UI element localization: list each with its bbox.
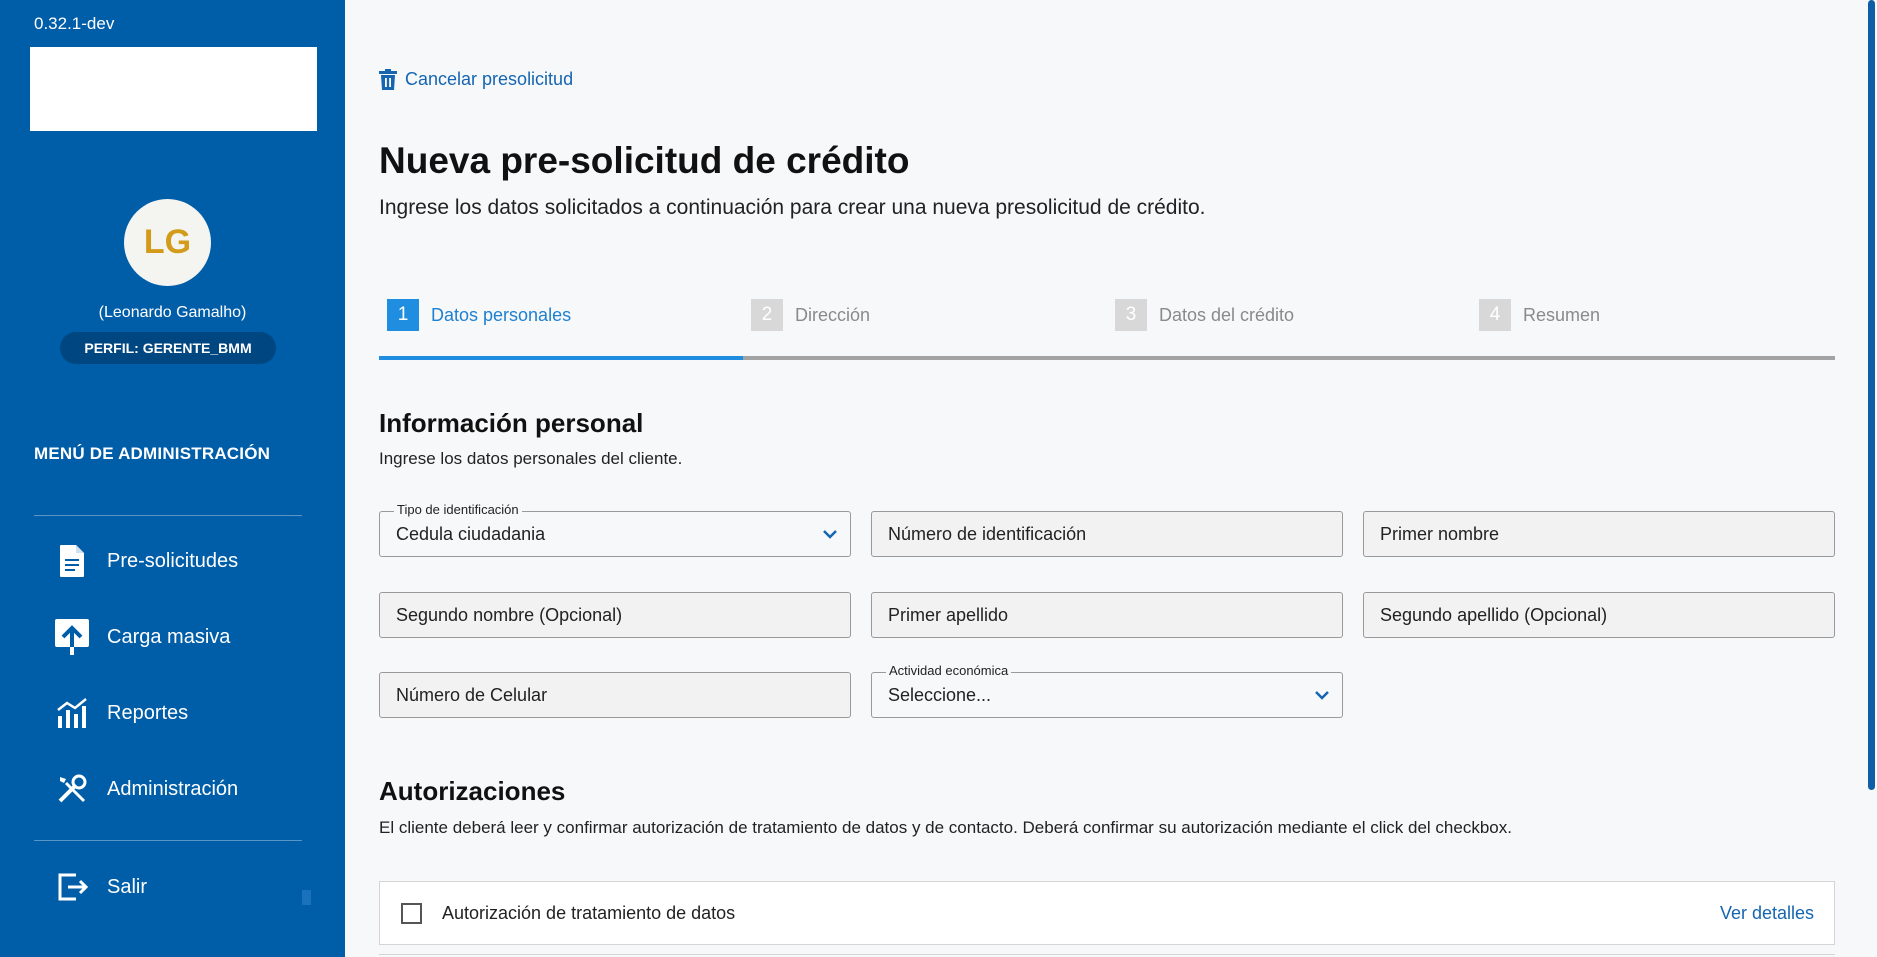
second-name-field[interactable]: Segundo nombre (Opcional) <box>379 592 851 638</box>
menu-divider <box>34 515 302 516</box>
stepper: 1 Datos personales 2 Dirección 3 Datos d… <box>379 296 1835 362</box>
stepper-progress <box>379 356 743 360</box>
main-content: Cancelar presolicitud Nueva pre-solicitu… <box>345 0 1865 957</box>
app-version: 0.32.1-dev <box>34 14 115 33</box>
cancel-label: Cancelar presolicitud <box>405 69 574 89</box>
id-type-select[interactable]: Tipo de identificación Cedula ciudadania <box>379 502 851 557</box>
second-name-placeholder: Segundo nombre (Opcional) <box>396 604 623 625</box>
phone-field[interactable]: Número de Celular <box>379 672 851 718</box>
id-type-value: Cedula ciudadania <box>396 523 546 544</box>
id-number-field[interactable]: Número de identificación <box>871 511 1343 557</box>
page-subtitle: Ingrese los datos solicitados a continua… <box>379 196 1206 219</box>
economic-activity-value: Seleccione... <box>888 684 992 705</box>
step-label: Datos personales <box>431 304 572 325</box>
id-number-placeholder: Número de identificación <box>888 523 1087 544</box>
sidebar-item-label: Carga masiva <box>107 625 231 648</box>
logo <box>30 47 317 131</box>
step-label: Dirección <box>795 304 871 325</box>
user-name: (Leonardo Gamalho) <box>98 304 247 321</box>
document-icon <box>52 541 92 581</box>
step-resumen[interactable]: 4 Resumen <box>1471 296 1600 334</box>
sidebar-item-label: Pre-solicitudes <box>107 549 239 572</box>
economic-activity-select[interactable]: Actividad económica Seleccione... <box>871 663 1343 718</box>
tools-icon <box>52 769 92 809</box>
first-surname-placeholder: Primer apellido <box>888 604 1009 625</box>
upload-icon <box>52 617 92 657</box>
profile-badge: PERFIL: GERENTE_BMM <box>60 332 276 364</box>
chevron-down-icon <box>1315 691 1329 700</box>
step-label: Resumen <box>1523 304 1601 325</box>
chart-icon <box>52 693 92 733</box>
authorization-item: Autorización de tratamiento de datos Ver… <box>379 881 1835 945</box>
page-scrollbar[interactable] <box>1865 0 1877 957</box>
sidebar-item-pre-solicitudes[interactable]: Pre-solicitudes <box>34 536 314 586</box>
page-title: Nueva pre-solicitud de crédito <box>379 140 910 181</box>
sidebar-item-carga-masiva[interactable]: Carga masiva <box>34 612 314 662</box>
step-number: 2 <box>751 299 783 331</box>
sidebar: 0.32.1-dev LG (Leonardo Gamalho) PERFIL:… <box>0 0 345 957</box>
second-surname-placeholder: Segundo apellido (Opcional) <box>1380 604 1608 625</box>
menu-title: MENÚ DE ADMINISTRACIÓN <box>34 444 271 463</box>
id-type-label: Tipo de identificación <box>394 502 522 517</box>
step-number: 1 <box>387 299 419 331</box>
second-surname-field[interactable]: Segundo apellido (Opcional) <box>1363 592 1835 638</box>
sidebar-item-label: Salir <box>107 875 148 898</box>
view-details-link[interactable]: Ver detalles <box>1720 903 1814 924</box>
economic-activity-label: Actividad económica <box>886 663 1012 678</box>
step-number: 4 <box>1479 299 1511 331</box>
section-title-authorizations: Autorizaciones <box>379 776 566 806</box>
sidebar-item-reportes[interactable]: Reportes <box>34 688 314 738</box>
logout-icon <box>52 867 92 907</box>
scrollbar-thumb[interactable] <box>1868 0 1875 790</box>
sidebar-item-administracion[interactable]: Administración <box>34 764 314 814</box>
step-direccion[interactable]: 2 Dirección <box>743 296 870 334</box>
avatar: LG <box>124 199 211 286</box>
section-desc-personal-info: Ingrese los datos personales del cliente… <box>379 449 683 468</box>
chevron-down-icon <box>823 530 837 539</box>
sidebar-item-label: Administración <box>107 777 239 800</box>
step-number: 3 <box>1115 299 1147 331</box>
phone-placeholder: Número de Celular <box>396 684 548 705</box>
step-datos-personales[interactable]: 1 Datos personales <box>379 296 571 334</box>
cancel-presolicitud-button[interactable]: Cancelar presolicitud <box>379 69 573 90</box>
sidebar-item-salir[interactable]: Salir <box>34 862 314 912</box>
sidebar-scroll-indicator <box>302 890 311 905</box>
trash-icon <box>379 69 397 90</box>
authorization-label: Autorización de tratamiento de datos <box>442 902 736 923</box>
sidebar-item-label: Reportes <box>107 701 189 724</box>
section-title-personal-info: Información personal <box>379 408 644 438</box>
first-name-field[interactable]: Primer nombre <box>1363 511 1835 557</box>
authorization-checkbox[interactable] <box>401 902 422 924</box>
section-desc-authorizations: El cliente deberá leer y confirmar autor… <box>379 818 1512 837</box>
step-datos-credito[interactable]: 3 Datos del crédito <box>1107 296 1294 334</box>
first-surname-field[interactable]: Primer apellido <box>871 592 1343 638</box>
menu-divider <box>34 840 302 841</box>
step-label: Datos del crédito <box>1159 304 1295 325</box>
first-name-placeholder: Primer nombre <box>1380 523 1500 544</box>
